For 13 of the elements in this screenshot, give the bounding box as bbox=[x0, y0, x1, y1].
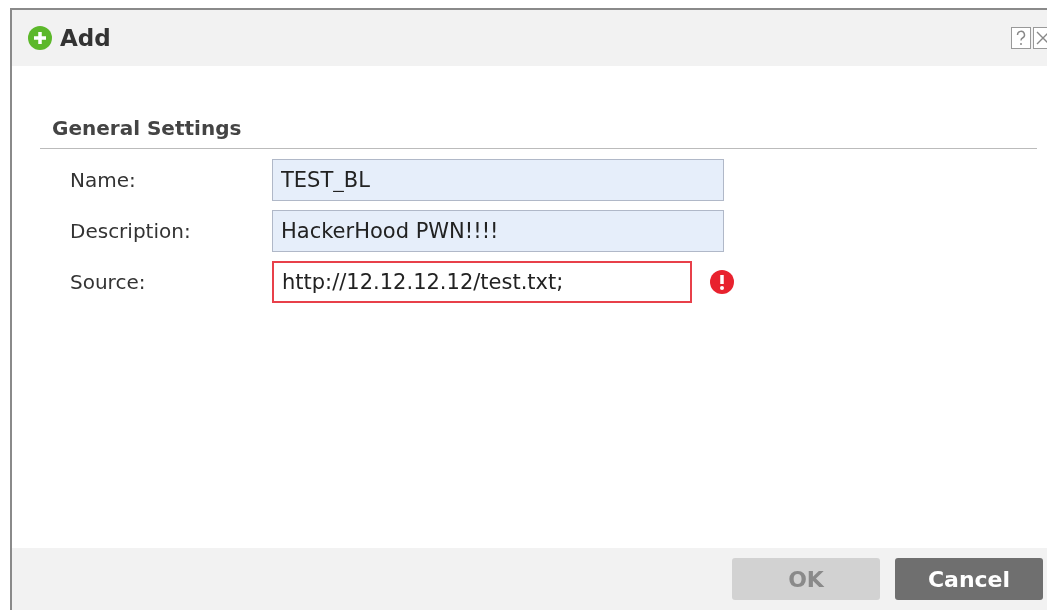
field-label: Source: bbox=[70, 270, 147, 294]
section-title: General Settings bbox=[51, 116, 243, 140]
help-icon[interactable] bbox=[1011, 27, 1031, 49]
input-field[interactable]: HackerHood PWN!!!! bbox=[272, 210, 724, 252]
field-label: Description: bbox=[70, 219, 192, 243]
input-field[interactable]: http://12.12.12.12/test.txt; bbox=[272, 261, 692, 303]
add-icon bbox=[28, 26, 52, 50]
error-icon bbox=[710, 270, 734, 294]
field-label: Name: bbox=[70, 168, 137, 192]
dialog-button[interactable]: Cancel bbox=[895, 558, 1043, 600]
close-icon[interactable] bbox=[1033, 27, 1047, 49]
input-field[interactable]: TEST_BL bbox=[272, 159, 724, 201]
window-title: Add bbox=[60, 25, 111, 51]
